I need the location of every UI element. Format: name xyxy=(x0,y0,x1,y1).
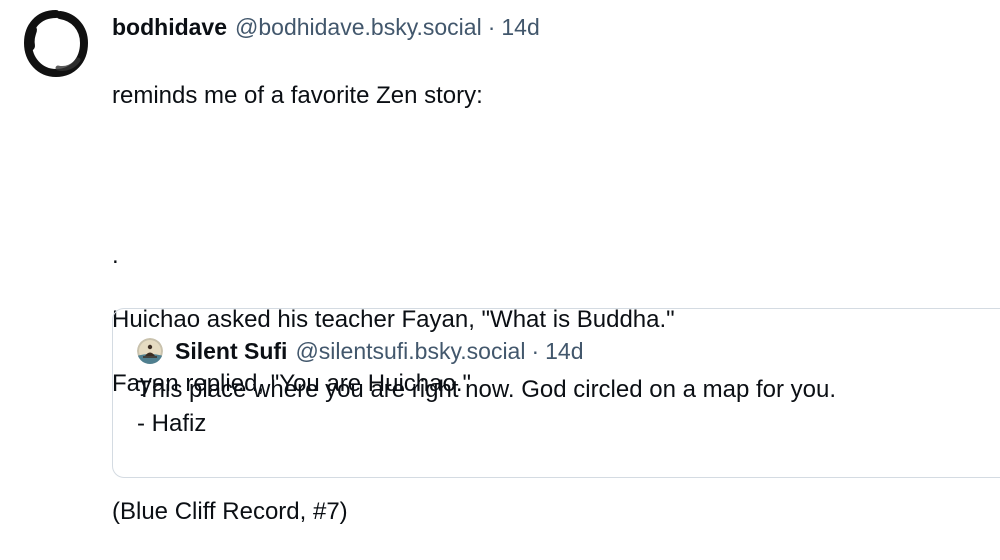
separator-dot: · xyxy=(531,338,540,364)
post-timestamp[interactable]: 14d xyxy=(501,10,539,44)
author-handle[interactable]: @bodhidave.bsky.social xyxy=(235,10,482,44)
author-display-name[interactable]: bodhidave xyxy=(112,10,227,44)
quoted-post-timestamp[interactable]: 14d xyxy=(545,335,583,367)
meditating-figure-avatar-icon[interactable] xyxy=(137,338,163,364)
quoted-author-handle[interactable]: @silentsufi.bsky.social xyxy=(295,335,525,367)
post-body-line: reminds me of a favorite Zen story: xyxy=(112,82,483,109)
quoted-body-line: This place where you are right now. God … xyxy=(137,376,837,403)
quoted-body-line: - Hafiz xyxy=(137,410,207,437)
post-card[interactable]: bodhidave @bodhidave.bsky.social · 14d r… xyxy=(0,0,1000,525)
quoted-post-body: This place where you are right now. God … xyxy=(137,373,836,441)
post-header: bodhidave @bodhidave.bsky.social · 14d xyxy=(112,10,1000,44)
post-body-line xyxy=(112,144,1000,176)
post-body-line xyxy=(112,208,1000,240)
post-body-line: . xyxy=(112,242,119,269)
quoted-author-display-name[interactable]: Silent Sufi xyxy=(175,335,287,367)
quoted-post-header: Silent Sufi @silentsufi.bsky.social · 14… xyxy=(137,335,584,367)
post-body-line: (Blue Cliff Record, #7) xyxy=(112,498,348,525)
post-body: reminds me of a favorite Zen story: . Hu… xyxy=(112,48,1000,560)
separator-dot: · xyxy=(487,14,496,40)
quoted-post[interactable]: Silent Sufi @silentsufi.bsky.social · 14… xyxy=(112,308,1000,478)
enso-circle-icon[interactable] xyxy=(22,10,90,78)
